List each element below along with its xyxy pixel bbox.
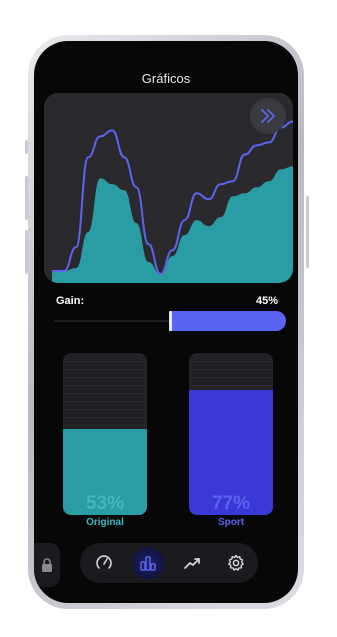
fast-forward-button[interactable] (250, 98, 286, 134)
card-stripe (63, 385, 147, 386)
card-stripe (63, 417, 147, 418)
card-stripe (63, 369, 147, 370)
trend-line-icon (184, 558, 200, 569)
side-button-volume-up (25, 176, 28, 220)
side-button-power (306, 196, 309, 268)
card-original[interactable]: 53% (63, 353, 147, 515)
card-stripe (63, 409, 147, 410)
card-original-label: Original (86, 517, 124, 528)
card-stripe (189, 361, 273, 362)
card-sport-percent: 77% (211, 493, 251, 514)
gain-slider-handle[interactable] (169, 311, 172, 331)
card-stripe (189, 385, 273, 386)
tab-settings[interactable] (220, 547, 252, 579)
card-stripe (63, 393, 147, 394)
gain-label: Gain: (56, 295, 85, 307)
page-title: Gráficos (141, 71, 191, 86)
app-screen: Gráficos Gain: 45% 53% Original 77% Spor… (34, 41, 298, 603)
side-button-silent (25, 140, 28, 154)
gain-slider[interactable] (54, 311, 286, 331)
bar-chart-icon (140, 556, 156, 571)
card-stripe (63, 425, 147, 426)
card-stripe (63, 401, 147, 402)
gauge-icon (96, 555, 112, 569)
lock-icon (42, 558, 52, 572)
card-stripe (63, 377, 147, 378)
tab-dock (80, 543, 258, 583)
tab-bar-chart[interactable] (132, 547, 164, 579)
side-button-volume-down (25, 230, 28, 274)
card-sport[interactable]: 77% (189, 353, 273, 515)
gain-slider-fill (170, 311, 286, 331)
card-stripe (63, 361, 147, 362)
card-sport-label: Sport (217, 517, 245, 528)
card-stripe (189, 369, 273, 370)
chevrons-right-icon (261, 109, 275, 123)
tab-trends[interactable] (176, 547, 208, 579)
card-original-percent: 53% (85, 493, 125, 514)
gain-value: 45% (255, 295, 278, 307)
tab-gauge[interactable] (88, 547, 120, 579)
gear-icon (228, 554, 244, 571)
card-stripe (189, 377, 273, 378)
chart-area-series (52, 166, 293, 283)
lock-button[interactable] (34, 543, 60, 587)
